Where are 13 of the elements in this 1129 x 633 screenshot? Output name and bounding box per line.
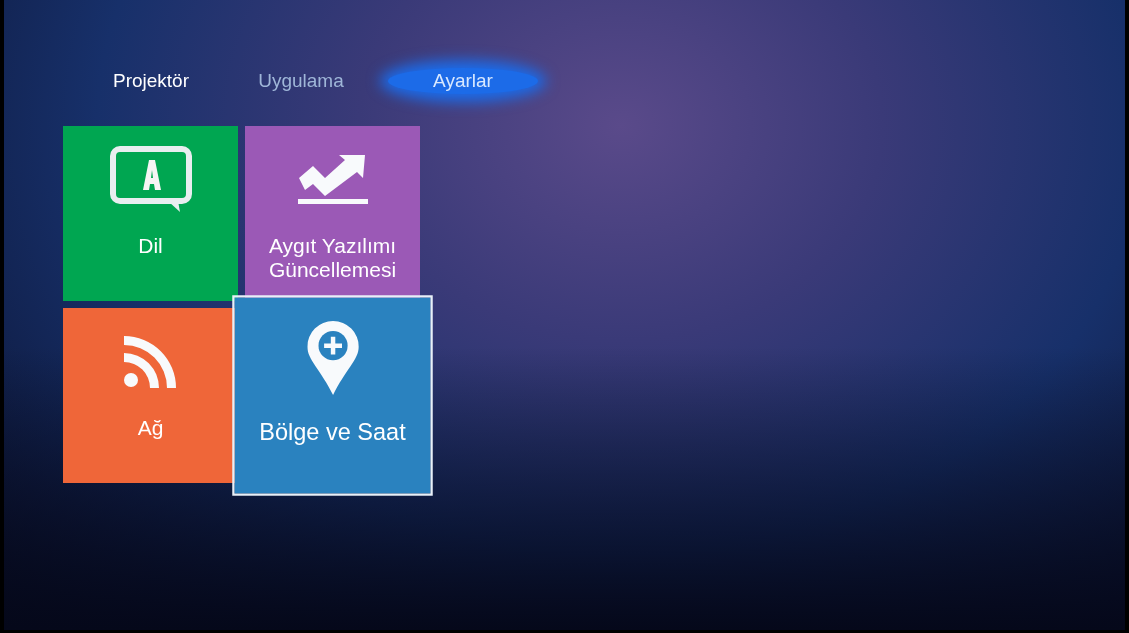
speech-bubble-letter-icon	[109, 146, 192, 214]
tab[interactable]: Projektör	[76, 68, 226, 94]
tile-label: Dil	[137, 234, 164, 258]
tile-label: Aygıt Yazılımı Güncellemesi	[267, 234, 398, 282]
settings-tile[interactable]: Dil	[63, 126, 238, 301]
tab[interactable]: Ayarlar	[388, 68, 538, 94]
tile-label: Bölge ve Saat	[258, 418, 407, 446]
location-pin-plus-icon	[306, 321, 359, 395]
rss-feed-icon	[123, 336, 178, 388]
settings-tile[interactable]: Bölge ve Saat	[234, 297, 431, 494]
tab[interactable]: Uygulama	[226, 68, 376, 94]
tile-label: Ağ	[136, 416, 165, 440]
trend-up-arrow-icon	[296, 154, 369, 206]
